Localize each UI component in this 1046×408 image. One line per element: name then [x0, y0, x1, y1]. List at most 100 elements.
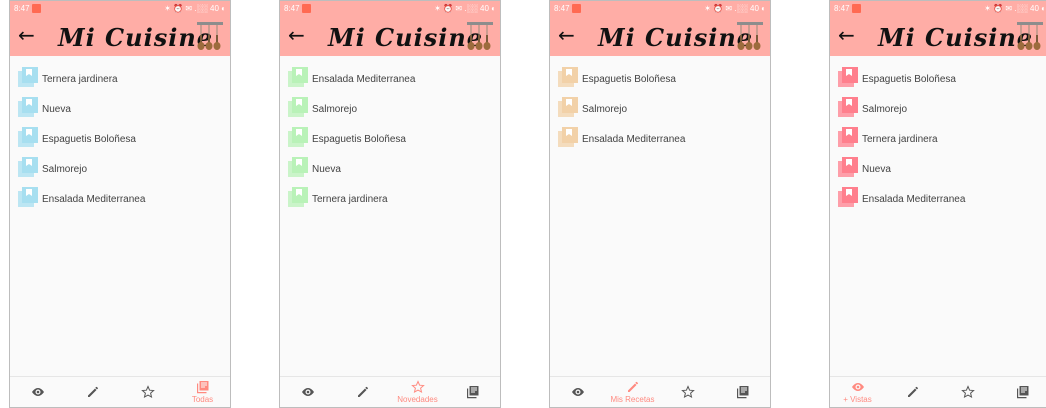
book-icon	[18, 186, 38, 212]
list-item[interactable]: Salmorejo	[10, 154, 230, 184]
star-icon	[140, 385, 155, 399]
recipe-name: Salmorejo	[582, 103, 628, 115]
list-item[interactable]: Ternera jardinera	[830, 124, 1046, 154]
tab-todas[interactable]: Todas	[175, 377, 230, 407]
system-status-icons: ✶ ⏰ ✉ .░░ 40 ◐	[984, 4, 1046, 13]
tab-novedades[interactable]	[120, 377, 175, 407]
book-icon	[838, 156, 858, 182]
notification-icon	[32, 4, 41, 13]
tab-mis-recetas[interactable]	[885, 377, 940, 407]
app-bar: ← Mi Cuisine	[830, 17, 1046, 56]
tab-novedades[interactable]	[660, 377, 715, 407]
library-books-icon	[466, 386, 478, 399]
book-icon	[838, 186, 858, 212]
tab-vistas[interactable]	[280, 377, 335, 407]
pencil-icon	[907, 386, 918, 397]
tab-label: Todas	[191, 395, 214, 404]
list-item[interactable]: Ternera jardinera	[10, 64, 230, 94]
list-item[interactable]: Espaguetis Boloñesa	[10, 124, 230, 154]
wooden-spoons-icon	[736, 22, 764, 51]
bottom-navigation: Mis Recetas	[550, 376, 770, 407]
system-status-icons: ✶ ⏰ ✉ .░░ 40 ◐	[434, 4, 496, 13]
tab-label: Novedades	[397, 395, 438, 404]
recipe-name: Ternera jardinera	[42, 73, 118, 85]
recipe-name: Ensalada Mediterranea	[312, 73, 416, 85]
arrow-left-icon[interactable]: ←	[288, 23, 305, 47]
tab-todas[interactable]	[995, 377, 1046, 407]
pencil-icon	[357, 386, 368, 397]
recipe-name: Ensalada Mediterranea	[42, 193, 146, 205]
list-item[interactable]: Espaguetis Boloñesa	[830, 64, 1046, 94]
book-icon	[288, 66, 308, 92]
tab-novedades[interactable]	[940, 377, 995, 407]
list-item[interactable]: Nueva	[830, 154, 1046, 184]
system-status-icons: ✶ ⏰ ✉ .░░ 40 ◐	[704, 4, 766, 13]
list-item[interactable]: Ensalada Mediterranea	[10, 184, 230, 214]
recipe-list: Ensalada Mediterranea Salmorejo Espaguetis…	[280, 56, 500, 214]
bottom-navigation: + Vistas	[830, 376, 1046, 407]
recipe-list: Espaguetis Boloñesa Salmorejo Ternera jard…	[830, 56, 1046, 214]
tab-mis-recetas[interactable]	[65, 377, 120, 407]
book-icon	[838, 96, 858, 122]
app-title: Mi Cuisine	[58, 23, 214, 52]
notification-icon	[302, 4, 311, 13]
phone-screen-3: 8:47 ✶ ⏰ ✉ .░░ 40 ◐ ← Mi Cuisine Espaguetis …	[549, 0, 771, 408]
arrow-left-icon[interactable]: ←	[558, 23, 575, 47]
recipe-name: Espaguetis Boloñesa	[42, 133, 136, 145]
eye-icon	[301, 388, 314, 396]
book-icon	[838, 126, 858, 152]
recipe-name: Salmorejo	[312, 103, 358, 115]
system-status-icons: ✶ ⏰ ✉ .░░ 40 ◐	[164, 4, 226, 13]
list-item[interactable]: Salmorejo	[280, 94, 500, 124]
app-title: Mi Cuisine	[598, 23, 754, 52]
list-item[interactable]: Nueva	[280, 154, 500, 184]
list-item[interactable]: Nueva	[10, 94, 230, 124]
notification-icon	[852, 4, 861, 13]
list-item[interactable]: Salmorejo	[830, 94, 1046, 124]
status-bar: 8:47 ✶ ⏰ ✉ .░░ 40 ◐	[280, 1, 500, 17]
tab-vistas[interactable]	[550, 377, 605, 407]
eye-icon	[571, 388, 584, 396]
book-icon	[18, 156, 38, 182]
tab-vistas[interactable]	[10, 377, 65, 407]
recipe-name: Ensalada Mediterranea	[582, 133, 686, 145]
tab-label: + Vistas	[843, 395, 872, 404]
recipe-name: Ensalada Mediterranea	[862, 193, 966, 205]
wooden-spoons-icon	[196, 22, 224, 51]
tab-todas[interactable]	[445, 377, 500, 407]
book-icon	[838, 66, 858, 92]
arrow-left-icon[interactable]: ←	[18, 23, 35, 47]
recipe-list: Ternera jardinera Nueva Espaguetis Boloñes…	[10, 56, 230, 214]
recipe-name: Espaguetis Boloñesa	[312, 133, 406, 145]
wooden-spoons-icon	[1016, 22, 1044, 51]
book-icon	[288, 186, 308, 212]
status-bar: 8:47 ✶ ⏰ ✉ .░░ 40 ◐	[10, 1, 230, 17]
star-icon	[960, 385, 975, 399]
list-item[interactable]: Espaguetis Boloñesa	[280, 124, 500, 154]
app-bar: ← Mi Cuisine	[280, 17, 500, 56]
recipe-name: Salmorejo	[862, 103, 908, 115]
tab-novedades[interactable]: Novedades	[390, 377, 445, 407]
list-item[interactable]: Ternera jardinera	[280, 184, 500, 214]
list-item[interactable]: Salmorejo	[550, 94, 770, 124]
list-item[interactable]: Ensalada Mediterranea	[280, 64, 500, 94]
tab-mis-recetas[interactable]: Mis Recetas	[605, 377, 660, 407]
tab-label: Mis Recetas	[610, 395, 655, 404]
tab-mis-recetas[interactable]	[335, 377, 390, 407]
eye-icon	[31, 388, 44, 396]
book-icon	[18, 96, 38, 122]
phone-screen-1: 8:47 ✶ ⏰ ✉ .░░ 40 ◐ ← Mi Cuisine Ternera jar…	[9, 0, 231, 408]
book-icon	[558, 126, 578, 152]
list-item[interactable]: Ensalada Mediterranea	[830, 184, 1046, 214]
tab-vistas[interactable]: + Vistas	[830, 377, 885, 407]
arrow-left-icon[interactable]: ←	[838, 23, 855, 47]
pencil-icon	[627, 381, 638, 392]
book-icon	[288, 126, 308, 152]
status-time: 8:47	[554, 4, 570, 13]
tab-todas[interactable]	[715, 377, 770, 407]
list-item[interactable]: Espaguetis Boloñesa	[550, 64, 770, 94]
book-icon	[288, 96, 308, 122]
app-title: Mi Cuisine	[878, 23, 1034, 52]
recipe-name: Nueva	[862, 163, 891, 175]
list-item[interactable]: Ensalada Mediterranea	[550, 124, 770, 154]
